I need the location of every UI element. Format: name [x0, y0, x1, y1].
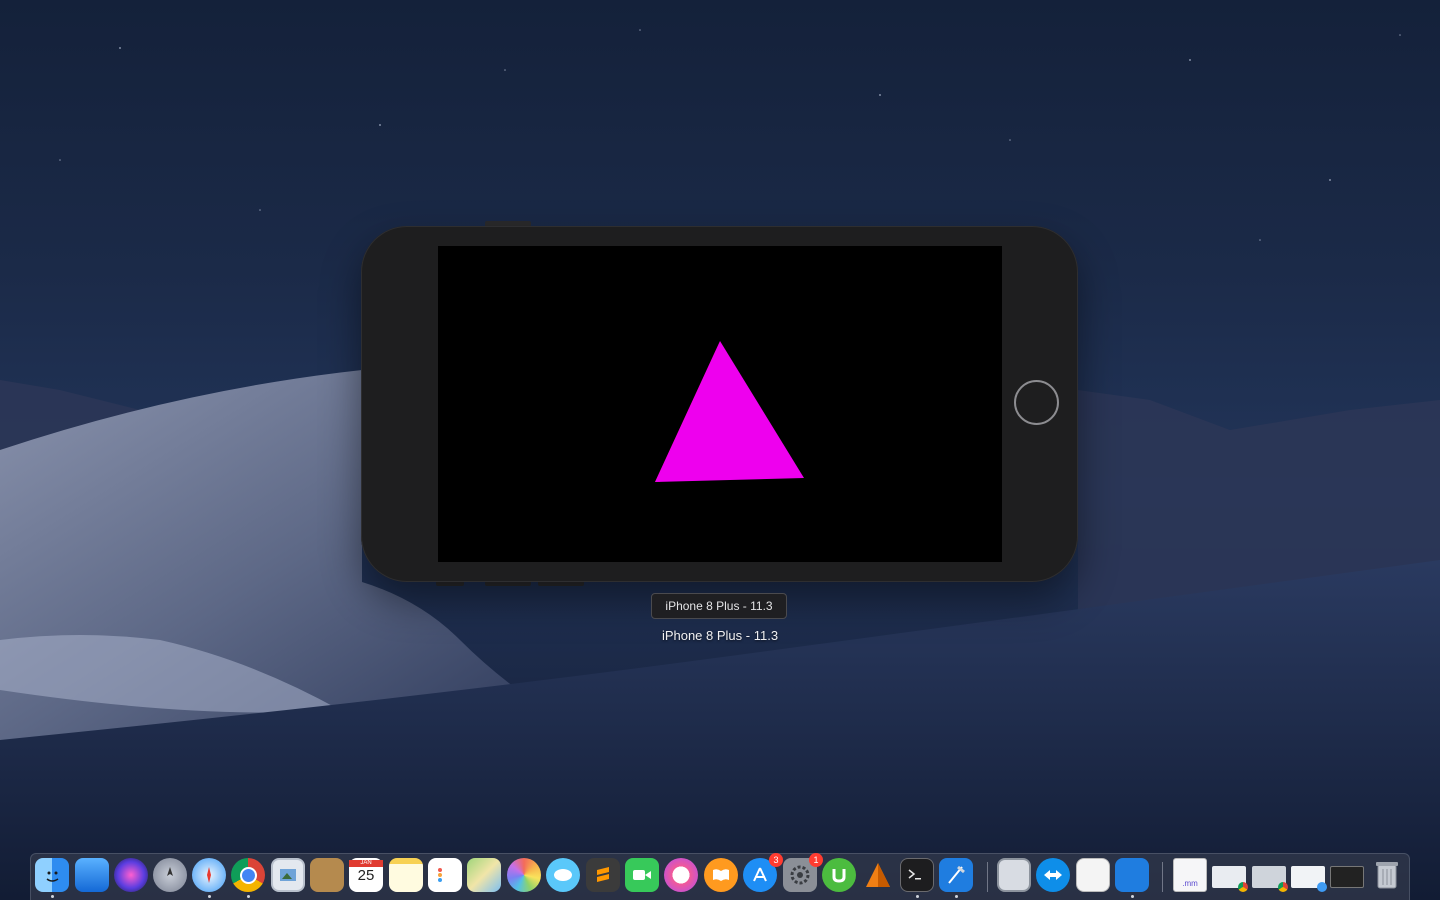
system-preferences-badge: 1 [809, 853, 823, 867]
simulator-window[interactable] [361, 221, 1078, 586]
pyramid-render [655, 341, 804, 482]
chrome-icon[interactable] [231, 858, 265, 892]
pyramid-front-face [655, 341, 804, 482]
safari-window-icon[interactable] [1291, 866, 1327, 892]
instruments-icon[interactable] [1115, 858, 1149, 892]
safari-icon[interactable] [192, 858, 226, 892]
appstore-badge: 3 [769, 853, 783, 867]
home-button[interactable] [1014, 380, 1059, 425]
vlc-icon[interactable] [861, 858, 895, 892]
photos-icon[interactable] [507, 858, 541, 892]
chrome-window-icon[interactable] [1212, 866, 1248, 892]
simulator-screen[interactable] [438, 246, 1002, 562]
itunes-icon[interactable] [664, 858, 698, 892]
calendar-month: JAN [349, 860, 383, 867]
run-indicator [1131, 895, 1134, 898]
terminal-window-icon[interactable] [1330, 866, 1364, 888]
run-indicator [51, 895, 54, 898]
trash-icon[interactable] [1370, 858, 1404, 892]
calendar-day: 25 [357, 867, 375, 884]
facetime-icon[interactable] [625, 858, 659, 892]
utorrent-icon[interactable] [822, 858, 856, 892]
dock: JAN 25 3 1 .mm [30, 853, 1410, 900]
notes-icon[interactable] [389, 858, 423, 892]
calendar-icon[interactable]: JAN 25 [349, 858, 383, 892]
run-indicator [208, 895, 211, 898]
teamviewer-icon[interactable] [1036, 858, 1070, 892]
sublime-icon[interactable] [586, 858, 620, 892]
system-preferences-icon[interactable]: 1 [783, 853, 823, 892]
launchpad-icon[interactable] [153, 858, 187, 892]
run-indicator [247, 895, 250, 898]
window-title-label: iPhone 8 Plus - 11.3 [661, 628, 779, 643]
document-icon[interactable]: .mm [1173, 858, 1207, 892]
preview-icon[interactable] [271, 858, 305, 892]
terminal-icon[interactable] [900, 858, 934, 892]
reminders-icon[interactable] [428, 858, 462, 892]
ibooks-icon[interactable] [704, 858, 738, 892]
run-indicator [916, 895, 919, 898]
dock-separator [1162, 862, 1163, 892]
finder-icon[interactable] [35, 858, 69, 892]
textedit-icon[interactable] [1076, 858, 1110, 892]
siri-icon[interactable] [114, 858, 148, 892]
simulator-tooltip: iPhone 8 Plus - 11.3 [651, 593, 787, 619]
document-extension: .mm [1182, 879, 1198, 888]
chrome-window-2-icon[interactable] [1252, 866, 1288, 892]
notefile-icon[interactable] [310, 858, 344, 892]
maps-icon[interactable] [467, 858, 501, 892]
xcode-icon[interactable] [939, 858, 973, 892]
dashboard-icon[interactable] [75, 858, 109, 892]
dock-separator [987, 862, 988, 892]
image-capture-icon[interactable] [997, 858, 1031, 892]
messages-icon[interactable] [546, 858, 580, 892]
appstore-icon[interactable]: 3 [743, 853, 783, 892]
run-indicator [955, 895, 958, 898]
